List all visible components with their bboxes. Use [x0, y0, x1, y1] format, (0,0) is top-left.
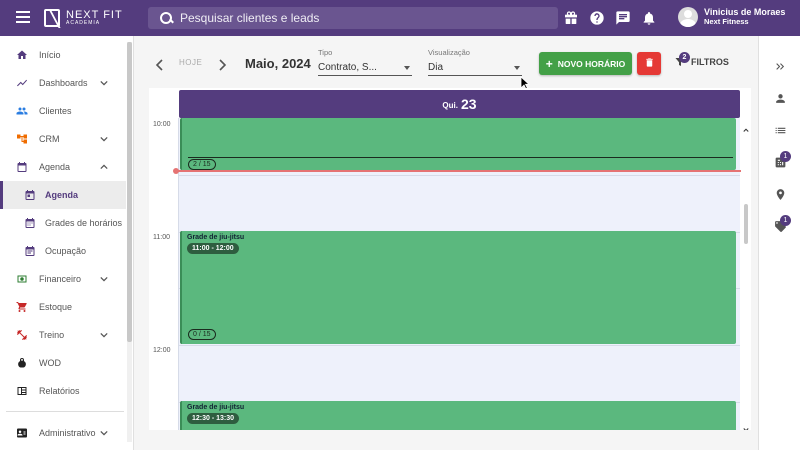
sidebar-item-financeiro[interactable]: Financeiro	[0, 265, 126, 293]
help-icon[interactable]	[588, 9, 606, 27]
kettlebell-icon	[16, 357, 28, 369]
person-icon[interactable]	[774, 92, 787, 105]
logo-mark-icon	[44, 9, 60, 27]
time-label-10: 10:00	[153, 121, 171, 128]
new-schedule-button[interactable]: + NOVO HORÁRIO	[539, 52, 632, 75]
sidebar-item-administrativo[interactable]: Administrativo	[0, 419, 126, 447]
sidebar-item-relatorios[interactable]: Relatórios	[0, 377, 126, 405]
calendar-icon	[24, 189, 36, 201]
calendar-icon	[24, 245, 36, 257]
chevron-right-icon[interactable]	[218, 58, 228, 71]
view-value: Dia	[428, 62, 444, 73]
right-rail: 1 1	[758, 36, 800, 450]
caret-down-icon	[514, 66, 520, 70]
tipo-value: Contrato, S...	[318, 62, 377, 73]
calendar-toolbar: HOJE Maio, 2024 Tipo Contrato, S... Visu…	[134, 36, 758, 88]
home-icon	[16, 49, 28, 61]
sidebar-divider	[6, 411, 124, 412]
bell-icon[interactable]	[640, 9, 658, 27]
sidebar-item-treino[interactable]: Treino	[0, 321, 126, 349]
logo[interactable]: NEXT FIT ACADEMIA	[44, 9, 123, 27]
admin-icon	[16, 427, 28, 439]
event-capacity: 0 / 15	[188, 329, 216, 340]
calendar-scrollbar[interactable]	[741, 118, 751, 430]
sidebar-item-dashboards[interactable]: Dashboards	[0, 69, 126, 97]
filters-count-badge: 2	[679, 52, 690, 63]
tipo-label: Tipo	[318, 48, 333, 57]
chevron-up-icon	[100, 163, 108, 171]
people-icon	[16, 105, 28, 117]
event-capacity: 2 / 15	[188, 159, 216, 170]
scroll-down-icon[interactable]	[743, 420, 749, 430]
sidebar: Início Dashboards Clientes CRM Agenda Ag…	[0, 36, 134, 450]
filters-button[interactable]: 2 FILTROS	[674, 52, 729, 68]
chevron-down-icon	[100, 275, 108, 283]
sidebar-scrollbar[interactable]	[127, 42, 132, 442]
chevron-down-icon	[100, 135, 108, 143]
gift-icon[interactable]	[562, 9, 580, 27]
month-label: Maio, 2024	[245, 56, 311, 71]
event-time: 11:00 - 12:00	[187, 243, 239, 254]
today-button[interactable]: HOJE	[179, 58, 202, 67]
tipo-select[interactable]: Tipo Contrato, S...	[318, 48, 412, 76]
sidebar-item-agenda[interactable]: Agenda	[0, 181, 126, 209]
notification-badge: 1	[780, 215, 791, 226]
view-select[interactable]: Visualização Dia	[428, 48, 522, 76]
sidebar-item-ocupacao[interactable]: Ocupação	[0, 237, 126, 265]
delete-button[interactable]	[637, 52, 661, 75]
avatar	[678, 7, 698, 27]
search-icon	[160, 12, 172, 24]
event-title: Grade de jiu-jitsu	[187, 234, 245, 241]
scroll-up-icon[interactable]	[743, 120, 749, 132]
money-icon	[16, 273, 28, 285]
user-menu[interactable]: Vinicius de Moraes Next Fitness	[678, 7, 785, 27]
list-icon[interactable]	[774, 124, 787, 137]
chevron-left-icon[interactable]	[154, 58, 164, 71]
time-grid[interactable]: 2 / 15 Grade de jiu-jitsu 11:00 - 12:00 …	[179, 118, 740, 430]
chevron-down-icon	[100, 79, 108, 87]
report-icon	[16, 385, 28, 397]
location-icon[interactable]	[774, 188, 787, 201]
chevron-down-icon	[100, 331, 108, 339]
current-time-line	[175, 170, 741, 172]
cart-icon	[16, 301, 28, 313]
sidebar-item-wod[interactable]: WOD	[0, 349, 126, 377]
notification-badge: 1	[780, 151, 791, 162]
chart-icon	[16, 77, 28, 89]
top-bar: NEXT FIT ACADEMIA Vinicius de Moraes Nex…	[0, 0, 800, 36]
menu-icon[interactable]	[16, 11, 30, 25]
sidebar-item-agenda-group[interactable]: Agenda	[0, 153, 126, 181]
caret-down-icon	[404, 66, 410, 70]
calendar-icon	[16, 161, 28, 173]
event-time: 12:30 - 13:30	[187, 413, 240, 424]
day-number: 23	[460, 96, 477, 112]
chat-icon[interactable]	[614, 9, 632, 27]
day-of-week: Qui.	[442, 100, 458, 110]
calendar-grid-icon	[24, 217, 36, 229]
event-title: Grade de jiu-jitsu	[187, 404, 245, 411]
event-block[interactable]: Grade de jiu-jitsu 11:00 - 12:00 0 / 15	[180, 231, 736, 344]
sidebar-item-clientes[interactable]: Clientes	[0, 97, 126, 125]
time-label-11: 11:00	[153, 234, 170, 241]
double-chevron-right-icon[interactable]	[774, 60, 787, 73]
day-calendar: Qui. 23 10:00 11:00 12:00 2 / 15 Grade d…	[149, 88, 751, 430]
crm-icon	[16, 133, 28, 145]
sidebar-item-crm[interactable]: CRM	[0, 125, 126, 153]
chevron-down-icon	[100, 429, 108, 437]
day-header[interactable]: Qui. 23	[179, 90, 740, 118]
sidebar-item-estoque[interactable]: Estoque	[0, 293, 126, 321]
user-gym: Next Fitness	[704, 16, 749, 26]
trash-icon	[644, 55, 655, 73]
search-input[interactable]	[180, 11, 540, 25]
plus-icon: +	[545, 56, 553, 71]
sidebar-item-grades-de-horarios[interactable]: Grades de horários	[0, 209, 126, 237]
search-bar[interactable]	[148, 7, 558, 29]
sidebar-item-inicio[interactable]: Início	[0, 41, 126, 69]
event-block[interactable]: Grade de jiu-jitsu 12:30 - 13:30	[180, 401, 736, 430]
event-block[interactable]: 2 / 15	[180, 118, 736, 170]
logo-subtitle: ACADEMIA	[66, 20, 101, 26]
time-label-12: 12:00	[153, 347, 171, 354]
dumbbell-icon	[16, 329, 28, 341]
view-label: Visualização	[428, 48, 470, 57]
